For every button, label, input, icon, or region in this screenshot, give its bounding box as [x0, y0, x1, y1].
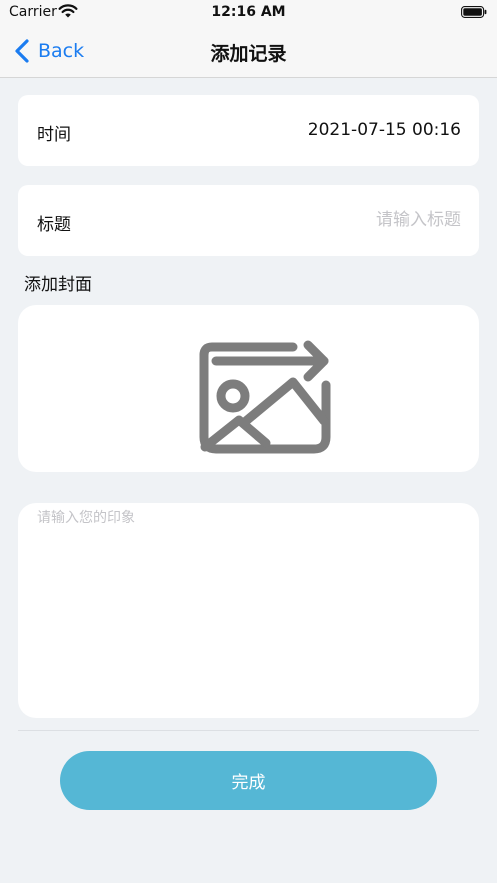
title-row: 标题 — [18, 185, 479, 256]
cover-section-label: 添加封面 — [24, 275, 92, 295]
image-upload-icon — [199, 340, 331, 454]
status-time: 12:16 AM — [211, 4, 286, 20]
notes-box — [18, 503, 479, 718]
time-label: 时间 — [37, 125, 71, 145]
time-value[interactable]: 2021-07-15 00:16 — [308, 120, 461, 140]
status-bar: Carrier 12:16 AM — [0, 0, 497, 26]
navigation-bar: Back 添加记录 — [0, 26, 497, 78]
battery-icon — [461, 6, 487, 18]
divider — [18, 730, 479, 731]
done-button[interactable]: 完成 — [60, 751, 437, 810]
time-row[interactable]: 时间 2021-07-15 00:16 — [18, 95, 479, 166]
notes-textarea[interactable] — [37, 507, 457, 707]
title-label: 标题 — [37, 215, 71, 235]
page-title: 添加记录 — [210, 43, 287, 65]
add-cover-button[interactable] — [18, 305, 479, 472]
title-input[interactable] — [161, 207, 461, 233]
